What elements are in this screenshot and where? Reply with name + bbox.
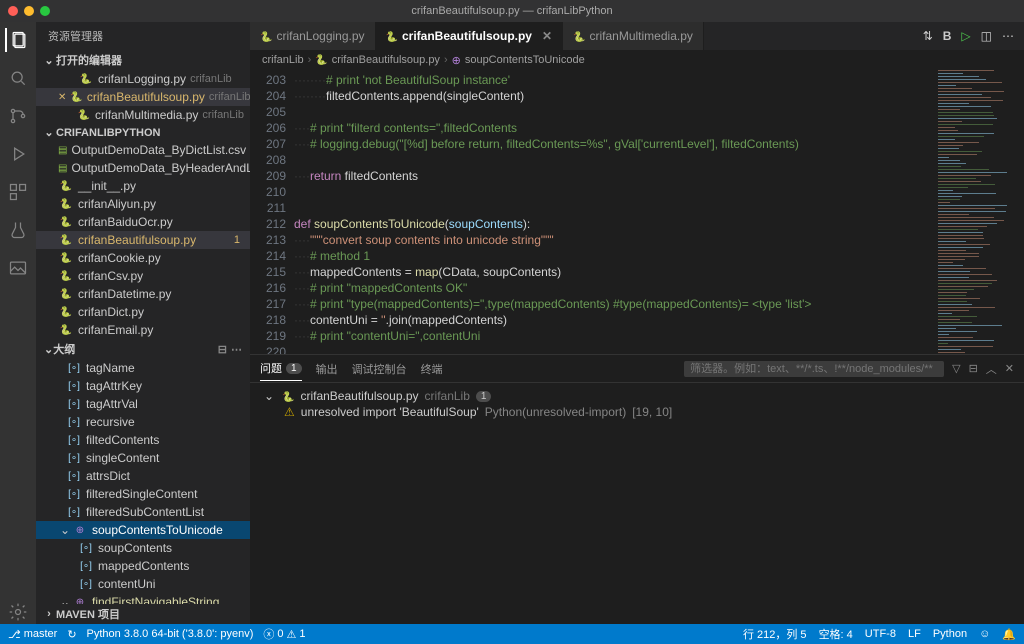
status-python[interactable]: Python 3.8.0 64-bit ('3.8.0': pyenv) [87,628,254,640]
sidebar: 资源管理器 ⌄打开的编辑器 crifanLogging.pycrifanLib✕… [36,22,250,624]
collapse-icon[interactable]: ⊟ [218,344,227,356]
explorer-icon[interactable] [5,28,29,52]
status-bell-icon[interactable]: 🔔 [1002,626,1016,642]
more-icon[interactable]: ⋯ [1002,29,1014,43]
maven-header[interactable]: ›MAVEN 项目 [36,604,250,624]
more-icon[interactable]: ⋯ [231,344,242,356]
bold-icon[interactable]: B [943,29,952,43]
outline-function[interactable]: ⌄⊕findFirstNavigableString [36,593,250,604]
status-bar: ⎇ master ↻ Python 3.8.0 64-bit ('3.8.0':… [0,624,1024,644]
status-feedback-icon[interactable]: ☺ [979,626,990,642]
outline-variable[interactable]: [∘]tagAttrVal [36,395,250,413]
status-branch[interactable]: ⎇ master [8,628,57,641]
minimap[interactable] [934,70,1024,354]
file-item[interactable]: crifanCookie.py [36,249,250,267]
close-icon[interactable]: ✕ [1005,362,1014,375]
status-eol[interactable]: LF [908,626,921,642]
open-editors-header[interactable]: ⌄打开的编辑器 [36,50,250,70]
open-editor-item[interactable]: crifanMultimedia.pycrifanLib [36,106,250,124]
editor-tab[interactable]: crifanBeautifulsoup.py✕ [376,22,564,50]
problems-filter-input[interactable] [684,361,944,377]
status-errors[interactable]: ⓧ 0 ⚠ 1 [263,626,305,642]
editor-tab[interactable]: crifanLogging.py [250,22,376,50]
file-item[interactable]: crifanBaiduOcr.py [36,213,250,231]
file-item[interactable]: ▤OutputDemoData_ByDictList.csv [36,141,250,159]
filter-icon[interactable]: ▽ [952,362,960,375]
status-encoding[interactable]: UTF-8 [865,626,896,642]
problem-file-row[interactable]: ⌄ crifanBeautifulsoup.py crifanLib 1 [262,389,1012,403]
status-cursor[interactable]: 行 212，列 5 [743,626,807,642]
status-language[interactable]: Python [933,626,967,642]
chevron-up-icon[interactable]: ︿ [986,361,997,377]
outline-variable[interactable]: [∘]contentUni [36,575,250,593]
open-editor-item[interactable]: crifanLogging.pycrifanLib [36,70,250,88]
breadcrumb[interactable]: crifanLib› crifanBeautifulsoup.py› ⊕soup… [250,50,1024,70]
file-item[interactable]: crifanBeautifulsoup.py1 [36,231,250,249]
file-item[interactable]: ▤OutputDemoData_ByHeaderAndLis... [36,159,250,177]
problems-panel: 问题1 输出 调试控制台 终端 ▽ ⊟ ︿ ✕ ⌄ crifanBe [250,354,1024,624]
source-control-icon[interactable] [6,104,30,128]
workspace-header[interactable]: ⌄CRIFANLIBPYTHON [36,124,250,141]
tab-output[interactable]: 输出 [316,357,338,381]
status-sync[interactable]: ↻ [67,628,76,641]
code-editor[interactable]: 2032042052062072082092102112122132142152… [250,70,1024,354]
file-item[interactable]: crifanCsv.py [36,267,250,285]
outline-variable[interactable]: [∘]mappedContents [36,557,250,575]
outline-variable[interactable]: [∘]singleContent [36,449,250,467]
close-icon[interactable]: ✕ [542,29,552,43]
status-spaces[interactable]: 空格: 4 [819,626,853,642]
test-icon[interactable] [6,218,30,242]
run-icon[interactable]: ▷ [961,29,970,43]
collapse-icon[interactable]: ⊟ [969,362,978,375]
outline-variable[interactable]: [∘]filtedContents [36,431,250,449]
file-item[interactable]: crifanDatetime.py [36,285,250,303]
activity-bar [0,22,36,624]
git-compare-icon[interactable]: ⇅ [923,29,933,43]
window-title: crifanBeautifulsoup.py — crifanLibPython [411,5,612,17]
close-window-icon[interactable] [8,6,18,16]
outline-variable[interactable]: [∘]filteredSingleContent [36,485,250,503]
editor-tab[interactable]: crifanMultimedia.py [563,22,704,50]
outline-variable[interactable]: [∘]recursive [36,413,250,431]
outline-function[interactable]: ⌄⊕soupContentsToUnicode [36,521,250,539]
file-item[interactable]: __init__.py [36,177,250,195]
file-item[interactable]: crifanAliyun.py [36,195,250,213]
file-item[interactable]: crifanEmail.py [36,321,250,339]
sidebar-title: 资源管理器 [36,22,250,50]
outline-variable[interactable]: [∘]soupContents [36,539,250,557]
titlebar: crifanBeautifulsoup.py — crifanLibPython [0,0,1024,22]
tab-terminal[interactable]: 终端 [421,357,443,381]
search-icon[interactable] [6,66,30,90]
warning-icon: ⚠ [284,405,295,419]
debug-icon[interactable] [6,142,30,166]
problem-item[interactable]: ⚠ unresolved import 'BeautifulSoup' Pyth… [262,403,1012,421]
open-editor-item[interactable]: ✕crifanBeautifulsoup.pycrifanLib1 [36,88,250,106]
minimize-window-icon[interactable] [24,6,34,16]
tab-problems[interactable]: 问题1 [260,356,302,381]
outline-variable[interactable]: [∘]tagName [36,359,250,377]
outline-variable[interactable]: [∘]filteredSubContentList [36,503,250,521]
extensions-icon[interactable] [6,180,30,204]
outline-header[interactable]: ⌄大纲 ⊟⋯ [36,339,250,359]
outline-variable[interactable]: [∘]tagAttrKey [36,377,250,395]
tab-debug-console[interactable]: 调试控制台 [352,357,407,381]
file-item[interactable]: crifanDict.py [36,303,250,321]
settings-icon[interactable] [6,600,30,624]
outline-variable[interactable]: [∘]attrsDict [36,467,250,485]
editor-tabs: crifanLogging.pycrifanBeautifulsoup.py✕c… [250,22,1024,50]
split-icon[interactable]: ◫ [981,29,992,43]
image-icon[interactable] [6,256,30,280]
maximize-window-icon[interactable] [40,6,50,16]
